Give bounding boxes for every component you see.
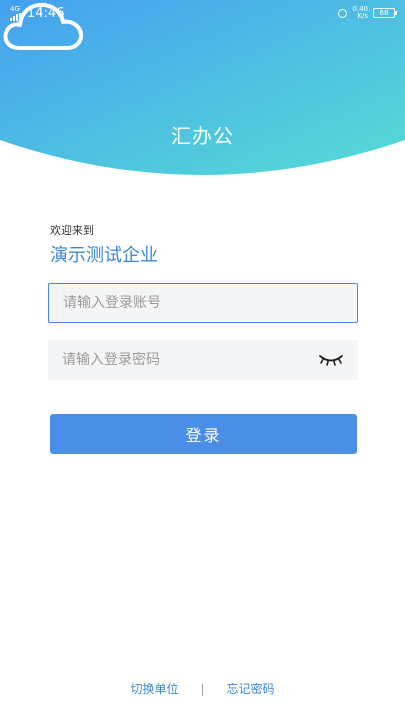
eye-closed-icon[interactable] (318, 353, 344, 367)
network-speed: 0.40 K/s (352, 5, 368, 20)
header-banner: 4G 14:46 0.40 K/s 68 汇办公 (0, 0, 405, 180)
battery-icon: 68 (373, 8, 397, 18)
status-time: 14:46 (27, 5, 65, 21)
switch-unit-link[interactable]: 切换单位 (130, 680, 178, 697)
account-field[interactable] (48, 283, 358, 323)
signal-bars-icon (10, 12, 21, 21)
alarm-icon (338, 8, 348, 18)
status-bar: 4G 14:46 0.40 K/s 68 (0, 0, 405, 26)
signal-indicator: 4G (10, 5, 21, 21)
footer-separator: | (200, 681, 205, 696)
company-name: 演示测试企业 (50, 245, 158, 266)
app-name: 汇办公 (171, 124, 234, 148)
welcome-text: 欢迎来到 (50, 224, 94, 237)
login-button[interactable]: 登录 (50, 414, 357, 454)
forgot-password-link[interactable]: 忘记密码 (227, 680, 275, 697)
password-input[interactable] (48, 340, 358, 380)
password-field[interactable] (48, 340, 358, 380)
battery-level: 68 (379, 9, 389, 17)
footer-links: 切换单位 | 忘记密码 (0, 680, 405, 697)
account-input[interactable] (49, 284, 357, 322)
